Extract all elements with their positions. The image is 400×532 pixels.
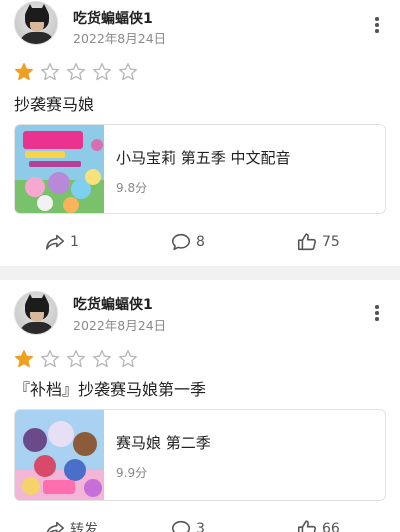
comment-button[interactable]: 8 [170, 230, 205, 254]
star-icon [15, 350, 33, 368]
like-count: 75 [322, 234, 340, 250]
share-count: 1 [70, 234, 79, 250]
more-icon[interactable] [371, 305, 383, 325]
like-icon [297, 520, 316, 532]
share-button[interactable]: 1 [44, 230, 79, 254]
star-icon [41, 350, 59, 368]
share-label: 转发 [70, 522, 98, 532]
action-bar: 转发 3 66 [0, 517, 400, 532]
star-icon [119, 63, 137, 81]
action-bar: 1 8 75 [0, 230, 400, 254]
like-button[interactable]: 75 [296, 230, 340, 254]
comment-icon [171, 520, 191, 532]
comment-count: 8 [196, 234, 205, 250]
comment-count: 3 [196, 521, 205, 532]
star-icon [41, 63, 59, 81]
star-icon [93, 350, 112, 368]
star-rating [14, 349, 138, 369]
star-rating [14, 62, 138, 82]
media-card[interactable]: 赛马娘 第二季 9.9分 [14, 409, 386, 501]
review-post: 吃货蝙蝠侠1 2022年8月24日 抄袭赛马娘 小马宝莉 第五季 中文配音 9.… [0, 0, 400, 266]
post-date: 2022年8月24日 [73, 31, 167, 46]
card-score: 9.8分 [116, 181, 148, 195]
comment-button[interactable]: 3 [170, 517, 205, 532]
star-icon [93, 63, 112, 81]
share-button[interactable]: 转发 [44, 517, 98, 532]
review-post: 吃货蝙蝠侠1 2022年8月24日 『补档』抄袭赛马娘第一季 赛马娘 第二季 9… [0, 280, 400, 532]
comment-icon [171, 233, 191, 251]
cover-image [15, 410, 104, 500]
like-button[interactable]: 66 [296, 517, 340, 532]
username[interactable]: 吃货蝙蝠侠1 [73, 294, 153, 314]
like-icon [297, 233, 316, 251]
avatar[interactable] [14, 1, 58, 45]
card-title: 小马宝莉 第五季 中文配音 [116, 149, 291, 167]
card-title: 赛马娘 第二季 [116, 434, 211, 452]
media-card[interactable]: 小马宝莉 第五季 中文配音 9.8分 [14, 124, 386, 214]
post-date: 2022年8月24日 [73, 318, 167, 333]
star-icon [67, 350, 86, 368]
cover-image [15, 125, 104, 213]
share-icon [45, 234, 65, 250]
avatar[interactable] [14, 291, 58, 335]
review-text: 『补档』抄袭赛马娘第一季 [14, 380, 207, 399]
username[interactable]: 吃货蝙蝠侠1 [73, 8, 153, 28]
post-divider [0, 266, 400, 280]
like-count: 66 [322, 521, 340, 532]
card-score: 9.9分 [116, 466, 148, 480]
share-icon [46, 521, 65, 532]
more-icon[interactable] [371, 17, 383, 37]
star-icon [15, 63, 33, 81]
star-icon [119, 350, 137, 368]
review-text: 抄袭赛马娘 [14, 95, 95, 114]
star-icon [67, 63, 86, 81]
